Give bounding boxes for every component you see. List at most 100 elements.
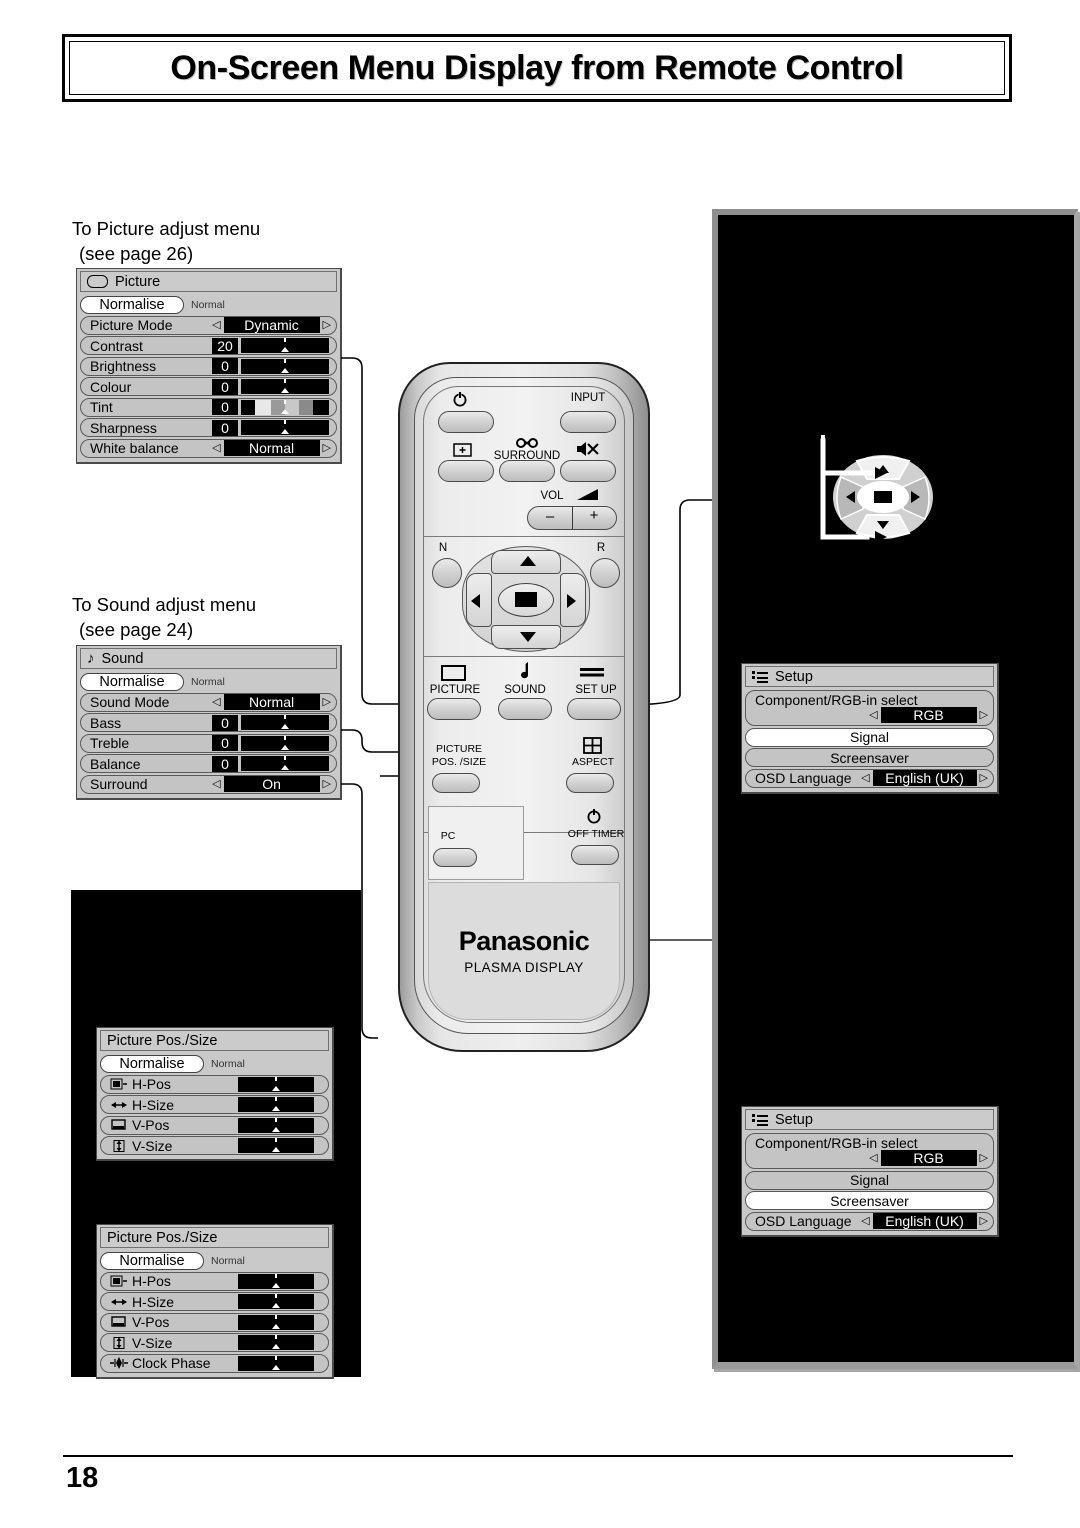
osd-row-v-pos[interactable]: V-Pos [100, 1115, 329, 1135]
brightness-slider[interactable] [241, 358, 329, 374]
osd-row-balance[interactable]: Balance 0 [80, 754, 337, 773]
colour-slider[interactable] [241, 379, 329, 394]
left-arrow-icon[interactable]: ◁ [212, 442, 220, 454]
right-arrow-icon[interactable]: ▷ [980, 772, 988, 784]
v-pos-slider[interactable] [238, 1314, 314, 1330]
tint-slider[interactable] [241, 399, 329, 415]
h-size-slider[interactable] [238, 1294, 314, 1309]
picture-pos-size-button[interactable] [432, 773, 480, 793]
clock-phase-slider[interactable] [238, 1355, 314, 1371]
row-label: Component/RGB-in select [755, 1135, 918, 1151]
contrast-slider[interactable] [241, 338, 329, 353]
osd-row-clock-phase[interactable]: Clock Phase [100, 1353, 329, 1373]
picture-normalise-button[interactable]: Normalise [80, 295, 184, 314]
row-value: Normal [223, 440, 320, 456]
left-arrow-icon[interactable]: ◁ [861, 772, 869, 784]
input-button[interactable] [560, 411, 616, 433]
right-arrow-icon[interactable]: ▷ [980, 1215, 988, 1227]
setup-button[interactable] [567, 698, 621, 720]
right-arrow-icon[interactable]: ▷ [323, 778, 331, 790]
osd-row-tint[interactable]: Tint 0 [80, 397, 337, 417]
osd-row-h-pos[interactable]: H-Pos [100, 1271, 329, 1291]
pos-size-1-normalise-button[interactable]: Normalise [100, 1054, 204, 1073]
row-label: Surround [90, 776, 148, 792]
r-button[interactable] [590, 558, 620, 588]
surround-button[interactable] [499, 460, 555, 482]
osd-row-v-size[interactable]: V-Size [100, 1333, 329, 1352]
osd-menu-setup-2: Setup Component/RGB-in select ◁ RGB ▷ Si… [741, 1106, 999, 1237]
multi-window-button[interactable] [438, 460, 494, 482]
v-size-icon [109, 1336, 128, 1350]
right-arrow-icon[interactable]: ▷ [323, 319, 331, 331]
osd-row-screensaver[interactable]: Screensaver [745, 748, 994, 767]
n-button[interactable] [432, 558, 462, 588]
treble-slider[interactable] [241, 735, 329, 751]
osd-row-signal[interactable]: Signal [745, 1170, 994, 1190]
volume-up-label[interactable]: + [576, 508, 612, 523]
sharpness-slider[interactable] [241, 420, 329, 435]
row-label: Component/RGB-in select [755, 692, 918, 708]
left-arrow-icon[interactable]: ◁ [212, 319, 220, 331]
osd-row-component-rgb-select[interactable]: Component/RGB-in select ◁ RGB ▷ [745, 690, 994, 726]
right-arrow-icon[interactable]: ▷ [980, 709, 988, 721]
picture-button[interactable] [427, 698, 481, 720]
remote-divider-1 [424, 536, 624, 537]
osd-row-sharpness[interactable]: Sharpness 0 [80, 418, 337, 437]
volume-down-label[interactable]: – [532, 509, 568, 524]
osd-row-white-balance[interactable]: White balance ◁ Normal ▷ [80, 438, 337, 458]
osd-row-v-pos[interactable]: V-Pos [100, 1312, 329, 1332]
osd-row-contrast[interactable]: Contrast 20 [80, 336, 337, 355]
osd-row-h-size[interactable]: H-Size [100, 1095, 329, 1114]
osd-row-v-size[interactable]: V-Size [100, 1136, 329, 1155]
row-label: Contrast [90, 337, 143, 354]
osd-row-component-rgb-select[interactable]: Component/RGB-in select ◁ RGB ▷ [745, 1133, 994, 1169]
osd-row-screensaver[interactable]: Screensaver [745, 1191, 994, 1210]
sound-button[interactable] [498, 698, 552, 720]
balance-slider[interactable] [241, 756, 329, 771]
v-size-slider[interactable] [238, 1335, 314, 1350]
power-button[interactable] [438, 411, 494, 433]
left-arrow-icon[interactable]: ◁ [861, 1215, 869, 1227]
caption-sound-line2: (see page 24) [79, 619, 194, 640]
osd-row-sound-mode[interactable]: Sound Mode ◁ Normal ▷ [80, 692, 337, 712]
right-arrow-icon [567, 594, 576, 608]
right-arrow-icon[interactable]: ▷ [980, 1152, 988, 1164]
osd-title-pos-size-2: Picture Pos./Size [100, 1227, 329, 1248]
left-arrow-icon[interactable]: ◁ [212, 696, 220, 708]
osd-row-picture-mode[interactable]: Picture Mode ◁ Dynamic ▷ [80, 315, 337, 335]
osd-row-colour[interactable]: Colour 0 [80, 377, 337, 396]
v-pos-slider[interactable] [238, 1117, 314, 1133]
osd-row-brightness[interactable]: Brightness 0 [80, 356, 337, 376]
pc-button[interactable] [433, 848, 477, 867]
aspect-button[interactable] [566, 773, 614, 793]
mute-button[interactable] [560, 460, 616, 482]
off-timer-button[interactable] [571, 845, 619, 865]
pos-size-2-normalise-button[interactable]: Normalise [100, 1251, 204, 1270]
osd-row-h-pos[interactable]: H-Pos [100, 1074, 329, 1094]
navigation-pad-illustration [795, 425, 945, 555]
left-arrow-icon[interactable]: ◁ [869, 1152, 877, 1164]
left-arrow-icon[interactable]: ◁ [212, 778, 220, 790]
h-pos-slider[interactable] [238, 1273, 314, 1289]
v-pos-icon [109, 1118, 128, 1132]
v-size-slider[interactable] [238, 1138, 314, 1153]
right-arrow-icon[interactable]: ▷ [323, 696, 331, 708]
osd-row-osd-language[interactable]: OSD Language ◁ English (UK) ▷ [745, 768, 994, 788]
osd-row-treble[interactable]: Treble 0 [80, 733, 337, 753]
h-pos-slider[interactable] [238, 1076, 314, 1092]
osd-row-bass[interactable]: Bass 0 [80, 713, 337, 732]
caption-picture-line2: (see page 26) [79, 243, 194, 264]
row-value: 0 [212, 399, 238, 415]
right-arrow-icon[interactable]: ▷ [323, 442, 331, 454]
row-label: Tint [90, 399, 113, 415]
osd-row-signal[interactable]: Signal [745, 727, 994, 747]
h-size-slider[interactable] [238, 1097, 314, 1112]
osd-row-surround[interactable]: Surround ◁ On ▷ [80, 774, 337, 794]
osd-row-h-size[interactable]: H-Size [100, 1292, 329, 1311]
bass-slider[interactable] [241, 715, 329, 730]
osd-row-osd-language[interactable]: OSD Language ◁ English (UK) ▷ [745, 1211, 994, 1231]
picture-button-label: PICTURE [429, 684, 481, 696]
left-arrow-icon[interactable]: ◁ [869, 709, 877, 721]
osd-title-label: Sound [101, 650, 144, 667]
sound-normalise-button[interactable]: Normalise [80, 672, 184, 691]
